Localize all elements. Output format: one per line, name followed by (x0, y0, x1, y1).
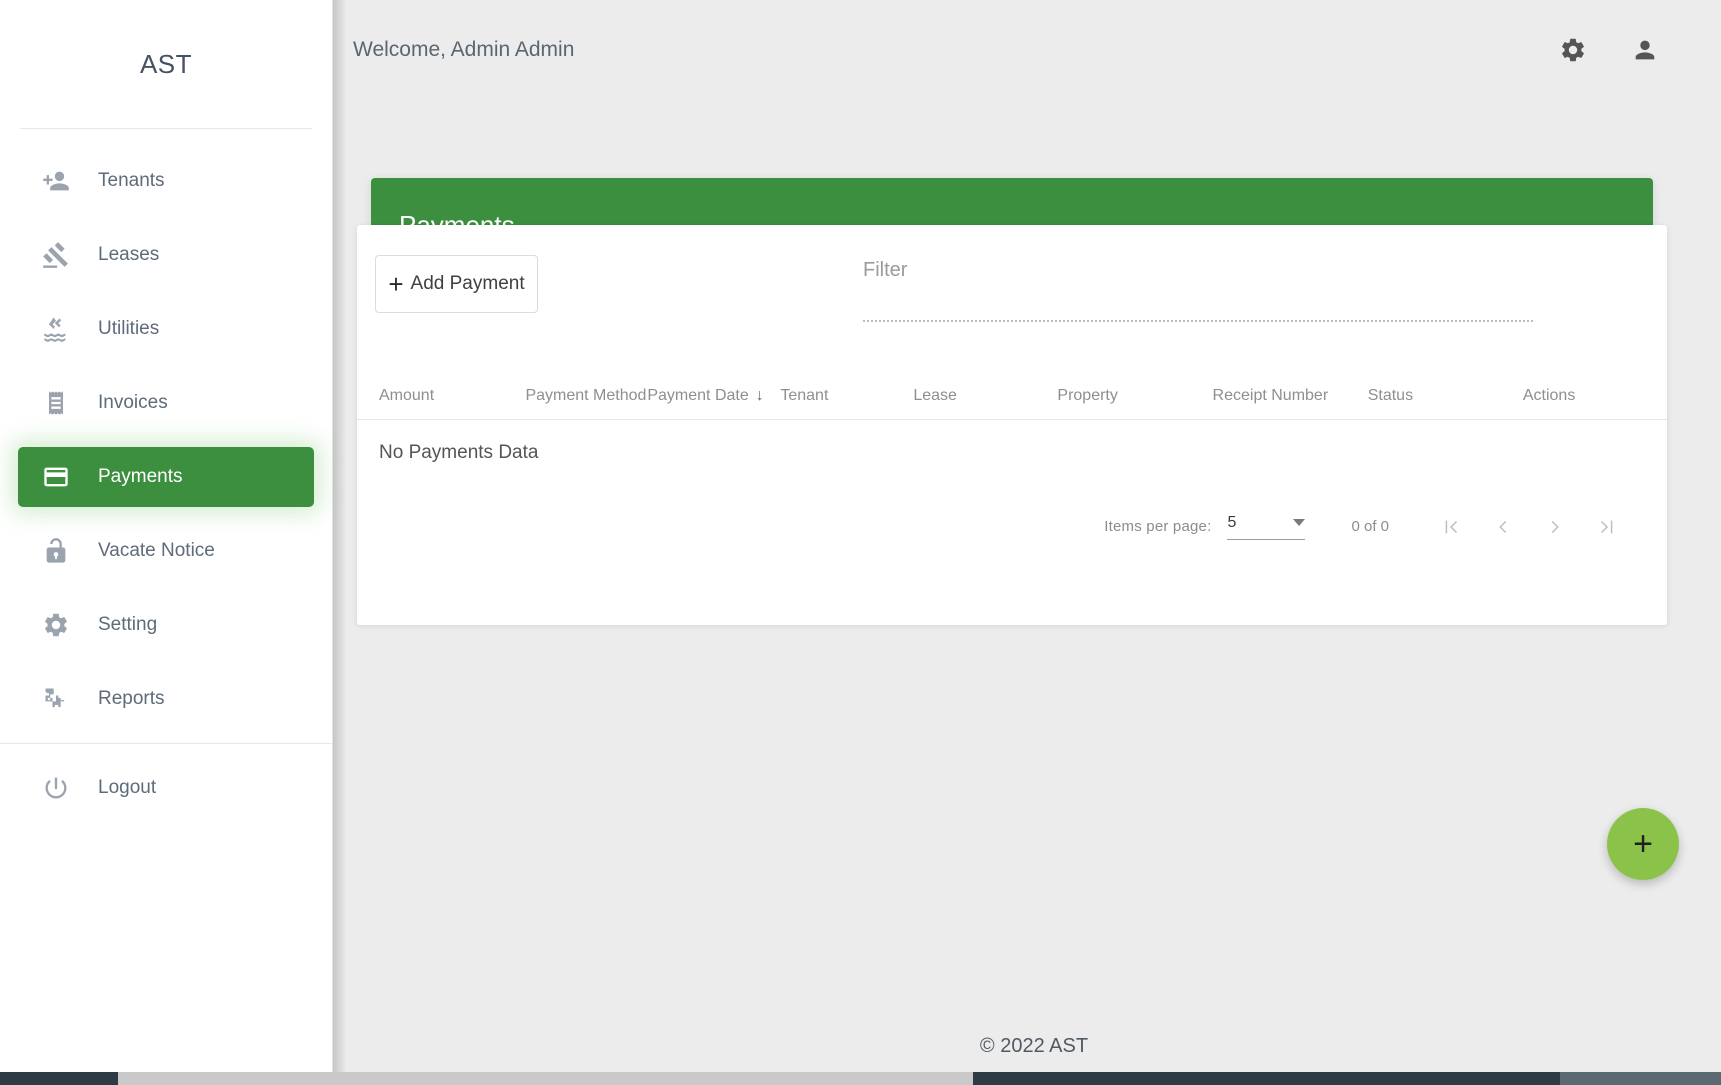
column-label: Amount (379, 387, 434, 405)
items-per-page-select[interactable]: 5 (1227, 514, 1305, 540)
plus-icon: + (1633, 827, 1653, 861)
sidebar-item-label: Invoices (98, 392, 168, 414)
gear-icon (40, 609, 72, 641)
column-header-lease[interactable]: Lease (913, 335, 1057, 419)
column-label: Actions (1523, 387, 1575, 405)
column-header-payment-method[interactable]: Payment Method (525, 335, 647, 419)
add-payment-button[interactable]: + Add Payment (375, 255, 538, 313)
column-label: Payment Method (525, 387, 646, 405)
sidebar-nav: Tenants Leases Utilities Invoices (0, 129, 332, 818)
items-per-page-value: 5 (1227, 514, 1236, 532)
last-page-button[interactable] (1581, 504, 1633, 550)
sidebar-item-tenants[interactable]: Tenants (18, 151, 314, 211)
column-header-property[interactable]: Property (1057, 335, 1212, 419)
scrollbar-thumb-secondary[interactable] (1560, 1072, 1721, 1085)
first-page-icon (1440, 516, 1462, 538)
first-page-button[interactable] (1425, 504, 1477, 550)
table-header-row: Amount Payment Method Payment Date ↓ (357, 335, 1667, 419)
column-header-receipt-number[interactable]: Receipt Number (1213, 335, 1368, 419)
table-toolbar: + Add Payment Filter (357, 225, 1667, 335)
gavel-icon (40, 239, 72, 271)
sidebar-item-vacate-notice[interactable]: Vacate Notice (18, 521, 314, 581)
column-header-tenant[interactable]: Tenant (780, 335, 913, 419)
column-header-amount[interactable]: Amount (357, 335, 525, 419)
filter-input[interactable] (863, 295, 1533, 322)
sidebar-item-reports[interactable]: Reports (18, 669, 314, 729)
credit-card-icon (40, 461, 72, 493)
topbar: Welcome, Admin Admin (333, 0, 1721, 100)
filter-label: Filter (863, 259, 1533, 295)
sidebar-item-logout[interactable]: Logout (18, 758, 314, 818)
next-page-button[interactable] (1529, 504, 1581, 550)
floating-add-button[interactable]: + (1607, 808, 1679, 880)
sidebar-item-label: Reports (98, 688, 165, 710)
person-icon[interactable] (1631, 36, 1659, 64)
app-root: AST Tenants Leases Utilities (0, 0, 1721, 1085)
sidebar-item-setting[interactable]: Setting (18, 595, 314, 655)
sidebar-bottom-divider (0, 743, 332, 744)
items-per-page-label: Items per page: (1104, 518, 1211, 535)
column-header-actions[interactable]: Actions (1523, 335, 1667, 419)
sidebar-item-label: Setting (98, 614, 157, 636)
filter-field: Filter (863, 259, 1533, 322)
pagination-range-label: 0 of 0 (1351, 518, 1389, 535)
footer-copyright: © 2022 AST (980, 1035, 1088, 1058)
sidebar-item-label: Utilities (98, 318, 159, 340)
sidebar-item-leases[interactable]: Leases (18, 225, 314, 285)
column-header-payment-date[interactable]: Payment Date ↓ (647, 335, 780, 419)
column-label: Tenant (780, 387, 828, 405)
gear-icon[interactable] (1559, 36, 1587, 64)
last-page-icon (1596, 516, 1618, 538)
sidebar-item-label: Tenants (98, 170, 165, 192)
table-head: Amount Payment Method Payment Date ↓ (357, 335, 1667, 419)
paginator: Items per page: 5 0 of 0 (357, 490, 1667, 550)
horizontal-scrollbar[interactable] (0, 1072, 1721, 1085)
brand-logo: AST (0, 0, 332, 128)
table-body: No Payments Data (357, 419, 1667, 490)
sort-arrow-down-icon: ↓ (756, 387, 764, 405)
unlock-icon (40, 535, 72, 567)
sidebar-item-label: Vacate Notice (98, 540, 215, 562)
sidebar-item-label: Payments (98, 466, 182, 488)
payments-table: Amount Payment Method Payment Date ↓ (357, 335, 1667, 490)
sidebar-item-label: Leases (98, 244, 159, 266)
sidebar-item-label: Logout (98, 777, 156, 799)
previous-page-button[interactable] (1477, 504, 1529, 550)
column-label: Lease (913, 387, 957, 405)
sitemap-icon (40, 683, 72, 715)
chevron-down-icon (1293, 519, 1305, 526)
table-empty-row: No Payments Data (357, 419, 1667, 490)
empty-message: No Payments Data (357, 419, 1667, 490)
sidebar-item-payments[interactable]: Payments (18, 447, 314, 507)
column-label: Receipt Number (1213, 387, 1329, 405)
water-icon (40, 313, 72, 345)
add-people-icon (40, 165, 72, 197)
main-content: Payments + Add Payment Filter Amount (347, 100, 1721, 1020)
scrollbar-thumb[interactable] (118, 1072, 973, 1085)
payments-card: + Add Payment Filter Amount Payment Meth (357, 225, 1667, 625)
sidebar-item-utilities[interactable]: Utilities (18, 299, 314, 359)
sidebar-item-invoices[interactable]: Invoices (18, 373, 314, 433)
footer: © 2022 AST (347, 1020, 1721, 1072)
chevron-right-icon (1544, 516, 1566, 538)
column-header-status[interactable]: Status (1368, 335, 1523, 419)
column-label: Payment Date (647, 387, 748, 405)
column-label: Property (1057, 387, 1117, 405)
receipt-icon (40, 387, 72, 419)
welcome-message: Welcome, Admin Admin (353, 38, 574, 62)
plus-icon: + (388, 271, 403, 297)
content-edge-shadow (333, 0, 347, 1072)
sidebar: AST Tenants Leases Utilities (0, 0, 333, 1072)
chevron-left-icon (1492, 516, 1514, 538)
power-icon (40, 772, 72, 804)
column-label: Status (1368, 387, 1413, 405)
topbar-actions (1559, 36, 1659, 64)
add-payment-label: Add Payment (411, 273, 525, 295)
